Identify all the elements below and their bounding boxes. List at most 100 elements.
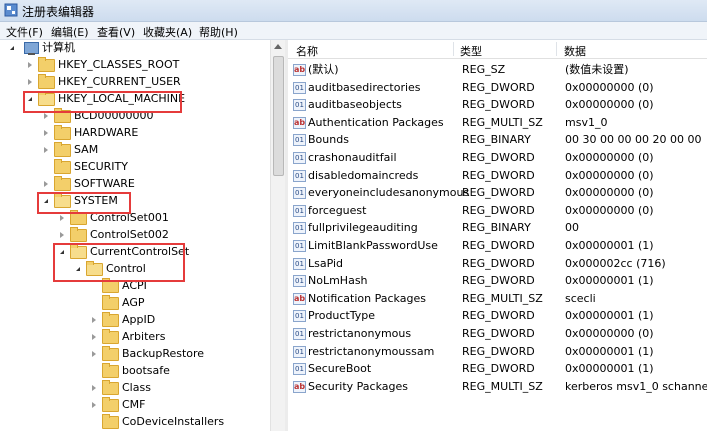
list-row[interactable]: 01 forceguest REG_DWORD 0x00000000 (0) [288,202,707,219]
binary-value-icon: 01 [293,134,306,147]
expand-arrow-icon[interactable] [60,215,64,221]
value-type: REG_MULTI_SZ [462,379,543,393]
value-type: REG_DWORD [462,344,535,358]
expand-arrow-icon[interactable] [92,385,96,391]
list-row[interactable]: 01 fullprivilegeauditing REG_BINARY 00 [288,219,707,236]
binary-value-icon: 01 [293,310,306,323]
expand-arrow-icon[interactable] [44,130,48,136]
expand-arrow-icon[interactable] [92,351,96,357]
value-type: REG_DWORD [462,309,535,323]
list-row[interactable]: 01 LimitBlankPasswordUse REG_DWORD 0x000000… [288,237,707,254]
value-data: 0x00000001 (1) [565,274,654,288]
menu-help[interactable]: 帮助(H) [199,24,238,40]
tree-node[interactable]: HARDWARE [0,125,265,141]
value-data: 0x00000000 (0) [565,327,654,340]
value-name: Security Packages [308,379,408,393]
list-row[interactable]: 01 ProductType REG_DWORD 0x00000001 (1) [288,307,707,324]
menu-favorites[interactable]: 收藏夹(A) [143,24,192,40]
tree-node[interactable]: CMF [0,397,265,413]
tree-node-label: HKEY_CURRENT_USER [58,75,181,88]
column-header-data[interactable]: 数据 [564,43,586,59]
value-data: 0x00000000 (0) [565,203,654,217]
registry-tree[interactable]: 计算机 HKEY_CLASSES_ROOT HKEY_CURRENT_USER HK… [0,40,270,431]
value-name: LimitBlankPasswordUse [308,239,438,252]
tree-node[interactable]: CoDeviceInstallers [0,414,265,430]
menu-view[interactable]: 查看(V) [97,24,135,40]
value-data: 0x000002cc (716) [565,256,666,270]
tree-node[interactable]: AppID [0,312,265,328]
list-row[interactable]: 01 restrictanonymous REG_DWORD 0x00000000 (… [288,325,707,342]
list-row[interactable]: 01 restrictanonymoussam REG_DWORD 0x0000000… [288,343,707,360]
expand-arrow-icon[interactable] [44,113,48,119]
expand-arrow-icon[interactable] [28,62,32,68]
binary-value-icon: 01 [293,204,306,217]
value-type: REG_BINARY [462,221,531,235]
expand-arrow-icon[interactable] [10,46,14,50]
list-row[interactable]: ab Notification Packages REG_MULTI_SZ scecl… [288,290,707,307]
tree-node[interactable]: SAM [0,142,265,158]
binary-value-icon: 01 [293,81,306,94]
folder-icon [38,57,55,72]
list-row[interactable]: ab Security Packages REG_MULTI_SZ kerberos … [288,378,707,395]
value-name: LsaPid [308,256,344,270]
expand-arrow-icon[interactable] [92,402,96,408]
column-separator[interactable] [556,42,557,56]
column-header-name[interactable]: 名称 [296,43,318,59]
list-row[interactable]: 01 Bounds REG_BINARY 00 30 00 00 00 20 00 0… [288,131,707,148]
tree-node[interactable]: HKEY_CURRENT_USER [0,74,265,90]
value-data: 0x00000000 (0) [565,168,654,182]
list-row[interactable]: 01 SecureBoot REG_DWORD 0x00000001 (1) [288,360,707,377]
expand-arrow-icon[interactable] [60,232,64,238]
expand-arrow-icon[interactable] [44,181,48,187]
menu-file[interactable]: 文件(F) [6,24,43,40]
tree-node[interactable]: Class [0,380,265,396]
value-data: 0x00000000 (0) [565,80,654,94]
column-separator[interactable] [453,42,454,56]
list-row[interactable]: 01 auditbaseobjects REG_DWORD 0x00000000 (0… [288,96,707,113]
tree-node[interactable]: AGP [0,295,265,311]
value-type: REG_DWORD [462,168,535,182]
list-row[interactable]: 01 LsaPid REG_DWORD 0x000002cc (716) [288,255,707,272]
binary-value-icon: 01 [293,363,306,376]
expand-arrow-icon[interactable] [92,334,96,340]
tree-node[interactable]: SECURITY [0,159,265,175]
value-name: (默认) [308,63,339,76]
list-row[interactable]: 01 auditbasedirectories REG_DWORD 0x0000000… [288,79,707,96]
tree-node[interactable]: BackupRestore [0,346,265,362]
tree-node[interactable]: SOFTWARE [0,176,265,192]
column-header-type[interactable]: 类型 [460,43,482,59]
list-row[interactable]: 01 disabledomaincreds REG_DWORD 0x00000000 … [288,167,707,184]
menu-edit[interactable]: 编辑(E) [51,24,89,40]
title-bar: 注册表编辑器 [0,0,707,22]
value-name: auditbasedirectories [308,80,421,94]
tree-node[interactable]: HKEY_CLASSES_ROOT [0,57,265,73]
scroll-up-icon[interactable] [274,44,282,49]
binary-value-icon: 01 [293,222,306,235]
value-data: kerberos msv1_0 schannel wd [565,379,707,393]
folder-icon [54,142,71,157]
list-row[interactable]: 01 NoLmHash REG_DWORD 0x00000001 (1) [288,272,707,289]
expand-arrow-icon[interactable] [28,79,32,85]
list-row[interactable]: ab (默认) REG_SZ (数值未设置) [288,61,707,78]
expand-arrow-icon[interactable] [44,147,48,153]
value-data: (数值未设置) [565,63,629,76]
tree-node-label: Arbiters [122,330,166,343]
tree-scrollbar[interactable] [270,40,285,431]
value-data: 0x00000000 (0) [565,186,654,200]
expand-arrow-icon[interactable] [92,317,96,323]
list-row[interactable]: 01 crashonauditfail REG_DWORD 0x00000000 (0… [288,149,707,166]
value-type: REG_DWORD [462,80,535,94]
highlight-box-hklm [23,91,182,113]
tree-root-computer[interactable]: 计算机 [0,40,260,56]
scrollbar-thumb[interactable] [273,56,284,176]
list-row[interactable]: ab Authentication Packages REG_MULTI_SZ msv… [288,114,707,131]
folder-icon [102,397,119,412]
tree-node[interactable]: Arbiters [0,329,265,345]
tree-node[interactable]: ControlSet002 [0,227,265,243]
list-row[interactable]: 01 everyoneincludesanonymous REG_DWORD 0x00… [288,184,707,201]
values-list[interactable]: 名称 类型 数据 ab (默认) REG_SZ (数值未设置) 01 auditbased… [288,40,707,431]
folder-icon [38,74,55,89]
binary-value-icon: 01 [293,257,306,270]
string-value-icon: ab [293,64,306,76]
tree-node[interactable]: bootsafe [0,363,265,379]
